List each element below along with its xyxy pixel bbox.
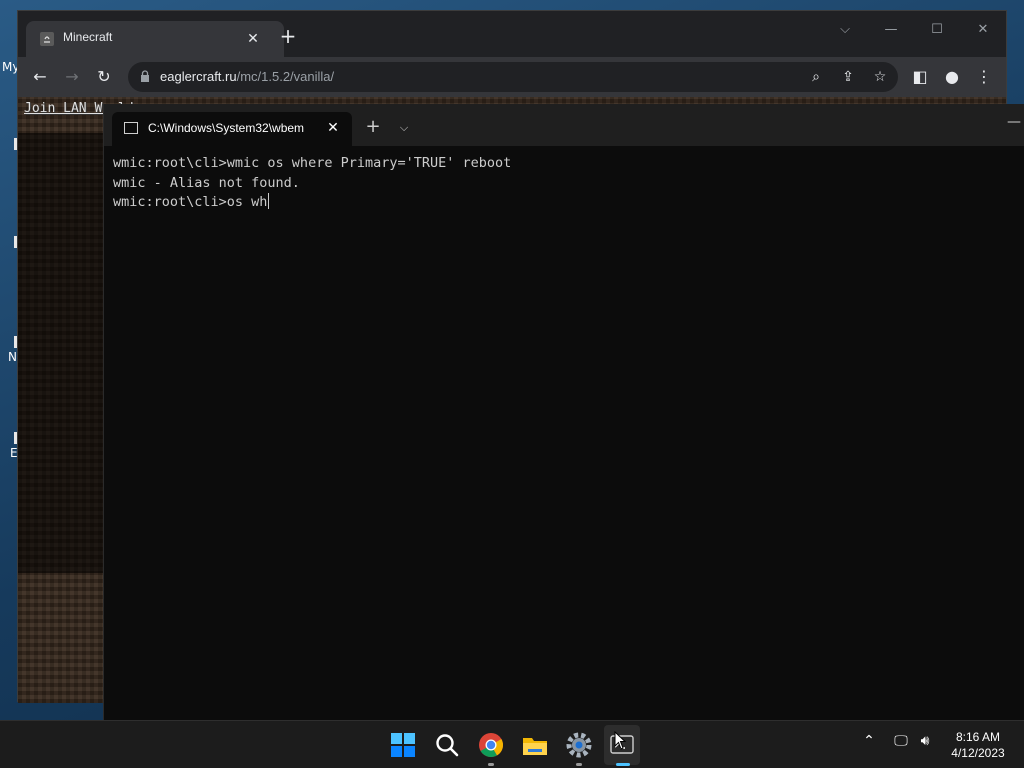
browser-tabstrip: Minecraft ✕ + ⌵ — ☐ ✕ — [18, 11, 1006, 57]
maximize-button[interactable]: ☐ — [914, 15, 960, 45]
address-bar[interactable]: eaglercraft.ru/mc/1.5.2/vanilla/ ⌕ ⇪ ☆ — [128, 62, 898, 92]
reload-icon[interactable]: ↻ — [92, 65, 116, 89]
system-clock[interactable]: 8:16 AM 4/12/2023 — [940, 729, 1016, 761]
url-path: /mc/1.5.2/vanilla/ — [236, 69, 335, 84]
bookmark-star-icon[interactable]: ☆ — [868, 65, 892, 89]
terminal-tab-title: C:\Windows\System32\wbem — [148, 121, 305, 135]
url-text: eaglercraft.ru/mc/1.5.2/vanilla/ — [160, 69, 334, 84]
terminal-line: wmic:root\cli>wmic os where Primary='TRU… — [113, 155, 512, 171]
terminal-tab-close-icon[interactable]: ✕ — [322, 117, 344, 139]
menu-overlay — [18, 133, 104, 573]
clock-date: 4/12/2023 — [951, 746, 1005, 760]
chrome-icon[interactable] — [475, 729, 507, 761]
lock-icon — [141, 70, 149, 82]
file-explorer-icon[interactable] — [519, 729, 551, 761]
active-app-indicator — [616, 763, 630, 766]
tab-search-icon[interactable]: ⌵ — [822, 15, 868, 45]
terminal-titlebar: C:\Windows\System32\wbem ✕ + ⌵ — — [104, 104, 1024, 146]
taskbar: ⌃ 🖵 🔊︎ 8:16 AM 4/12/2023 — [0, 720, 1024, 768]
share-icon[interactable]: ⇪ — [836, 65, 860, 89]
more-menu-icon[interactable]: ⋮ — [972, 65, 996, 89]
mouse-pointer-icon — [614, 731, 627, 750]
terminal-minimize-button[interactable]: — — [1004, 112, 1024, 132]
new-tab-button[interactable]: + — [276, 25, 300, 49]
browser-tab-title: Minecraft — [63, 30, 113, 44]
chevron-up-icon[interactable]: ⌃ — [857, 733, 881, 749]
terminal-new-tab-button[interactable]: + — [362, 117, 384, 139]
forward-arrow-icon[interactable]: → — [60, 65, 84, 89]
close-window-button[interactable]: ✕ — [960, 15, 1006, 45]
windows-start-icon[interactable] — [387, 729, 419, 761]
tab-close-icon[interactable]: ✕ — [241, 27, 265, 51]
text-cursor — [268, 193, 270, 209]
back-arrow-icon[interactable]: ← — [28, 65, 52, 89]
terminal-current-input: wmic:root\cli>os wh — [113, 194, 268, 210]
volume-icon[interactable]: 🔊︎ — [913, 733, 937, 749]
terminal-line: wmic - Alias not found. — [113, 174, 300, 191]
zoom-search-icon[interactable]: ⌕ — [804, 65, 828, 89]
cmd-icon — [124, 122, 138, 134]
browser-tab-minecraft[interactable]: Minecraft ✕ — [26, 21, 284, 57]
side-panel-icon[interactable]: ◧ — [908, 65, 932, 89]
browser-toolbar: ← → ↻ eaglercraft.ru/mc/1.5.2/vanilla/ ⌕… — [18, 57, 1006, 97]
terminal-output[interactable]: wmic:root\cli>wmic os where Primary='TRU… — [113, 154, 1013, 709]
chevron-down-icon[interactable]: ⌵ — [393, 117, 415, 139]
network-icon[interactable]: 🖵 — [889, 733, 913, 749]
clock-time: 8:16 AM — [955, 730, 1001, 744]
terminal-tab[interactable]: C:\Windows\System32\wbem ✕ — [112, 112, 352, 146]
terminal-input-line[interactable]: wmic:root\cli>os wh — [113, 193, 1013, 213]
java-icon — [40, 32, 54, 46]
url-host: eaglercraft.ru — [160, 69, 237, 84]
running-indicator — [576, 763, 582, 766]
minimize-button[interactable]: — — [868, 15, 914, 45]
running-indicator — [488, 763, 494, 766]
terminal-window: C:\Windows\System32\wbem ✕ + ⌵ — wmic:ro… — [103, 104, 1024, 720]
settings-gear-icon[interactable] — [563, 729, 595, 761]
search-icon[interactable] — [431, 729, 463, 761]
profile-avatar-icon[interactable]: ● — [940, 65, 964, 89]
